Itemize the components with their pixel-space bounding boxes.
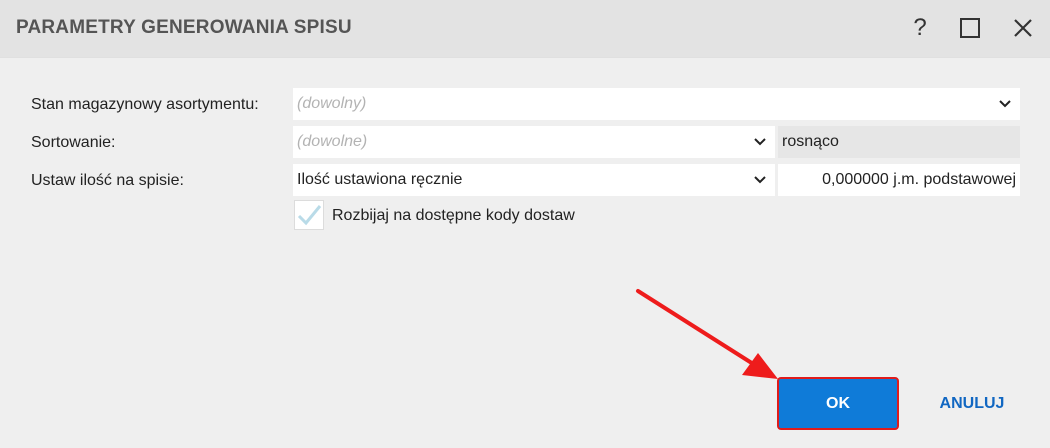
maximize-button[interactable] [956, 14, 984, 42]
close-icon [1014, 19, 1032, 37]
cancel-button-label: ANULUJ [939, 394, 1005, 412]
chevron-down-icon [999, 100, 1011, 108]
quantity-amount-input[interactable]: 0,000000 j.m. podstawowej [778, 164, 1020, 196]
stock-select[interactable]: (dowolny) [293, 88, 1020, 120]
sort-select[interactable]: (dowolne) [293, 126, 775, 158]
quantity-select[interactable]: Ilość ustawiona ręcznie [293, 164, 775, 196]
ok-button[interactable]: OK [777, 377, 899, 430]
quantity-select-value: Ilość ustawiona ręcznie [297, 171, 463, 188]
ok-button-label: OK [826, 394, 850, 412]
help-button[interactable]: ? [906, 14, 934, 42]
sort-select-placeholder: (dowolne) [297, 133, 368, 150]
checkmark-icon [297, 205, 322, 226]
sort-order-field: rosnąco [778, 126, 1020, 158]
sort-order-value: rosnąco [782, 133, 839, 150]
chevron-down-icon [754, 176, 766, 184]
cancel-button[interactable]: ANULUJ [922, 377, 1022, 430]
title-bar: PARAMETRY GENEROWANIA SPISU ? [0, 0, 1050, 58]
dialog-title: PARAMETRY GENEROWANIA SPISU [16, 17, 352, 38]
chevron-down-icon [754, 138, 766, 146]
split-delivery-codes-label: Rozbijaj na dostępne kody dostaw [332, 207, 575, 224]
maximize-icon [960, 18, 980, 38]
split-delivery-codes-checkbox[interactable] [294, 200, 324, 230]
quantity-label: Ustaw ilość na spisie: [31, 172, 184, 189]
stock-label: Stan magazynowy asortymentu: [31, 96, 259, 113]
dialog: PARAMETRY GENEROWANIA SPISU ? Stan magaz… [0, 0, 1050, 448]
annotation-arrow [636, 289, 778, 379]
quantity-amount-value: 0,000000 j.m. podstawowej [822, 171, 1016, 188]
stock-select-placeholder: (dowolny) [297, 95, 367, 112]
sort-label: Sortowanie: [31, 134, 116, 151]
help-icon: ? [913, 14, 927, 41]
close-button[interactable] [1009, 14, 1037, 42]
